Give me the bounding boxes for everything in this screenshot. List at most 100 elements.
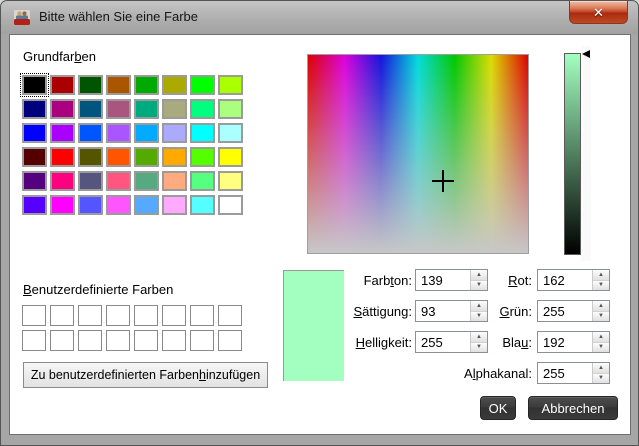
basic-color-swatch[interactable] [218, 171, 243, 191]
blue-spinbox: ▲▼ [537, 331, 610, 353]
custom-color-swatch[interactable] [106, 330, 130, 351]
custom-color-swatch[interactable] [50, 305, 74, 326]
green-spinbox: ▲▼ [537, 300, 610, 322]
add-to-custom-colors-button[interactable]: Zu benutzerdefinierten Farben hinzufügen [23, 362, 268, 388]
basic-color-swatch[interactable] [106, 123, 131, 143]
luminance-slider[interactable] [564, 53, 581, 255]
basic-color-swatch[interactable] [50, 99, 75, 119]
spin-down-icon[interactable]: ▼ [593, 343, 609, 353]
basic-color-swatch[interactable] [162, 147, 187, 167]
green-spin-buttons: ▲▼ [592, 301, 609, 321]
basic-color-swatch[interactable] [190, 75, 215, 95]
basic-color-swatch[interactable] [218, 123, 243, 143]
basic-color-swatch[interactable] [190, 147, 215, 167]
basic-color-swatch[interactable] [134, 195, 159, 215]
close-icon: ✕ [593, 6, 604, 19]
custom-color-swatch[interactable] [218, 305, 242, 326]
basic-color-swatch[interactable] [218, 195, 243, 215]
basic-color-swatch[interactable] [78, 99, 103, 119]
cancel-button[interactable]: Abbrechen [528, 396, 618, 420]
basic-color-swatch[interactable] [190, 99, 215, 119]
basic-color-swatch[interactable] [134, 123, 159, 143]
alpha-input[interactable] [538, 363, 592, 383]
basic-color-swatch[interactable] [162, 99, 187, 119]
basic-color-swatch[interactable] [78, 147, 103, 167]
basic-color-swatch[interactable] [106, 147, 131, 167]
basic-color-swatch[interactable] [218, 99, 243, 119]
basic-color-swatch[interactable] [50, 147, 75, 167]
red-spin-buttons: ▲▼ [592, 270, 609, 290]
spin-up-icon[interactable]: ▲ [593, 301, 609, 312]
basic-color-swatch[interactable] [22, 171, 47, 191]
basic-color-swatch[interactable] [50, 123, 75, 143]
custom-color-swatch[interactable] [78, 305, 102, 326]
spin-down-icon[interactable]: ▼ [593, 281, 609, 291]
spin-up-icon[interactable]: ▲ [593, 270, 609, 281]
spin-up-icon[interactable]: ▲ [593, 363, 609, 374]
custom-colors-grid [22, 305, 250, 355]
basic-color-swatch[interactable] [78, 195, 103, 215]
hue-saturation-picker[interactable] [307, 54, 529, 254]
basic-color-swatch[interactable] [190, 171, 215, 191]
custom-color-swatch[interactable] [134, 305, 158, 326]
red-spinbox: ▲▼ [537, 269, 610, 291]
basic-color-swatch[interactable] [134, 75, 159, 95]
basic-color-swatch[interactable] [134, 171, 159, 191]
basic-color-swatch[interactable] [50, 171, 75, 191]
basic-color-swatch[interactable] [162, 171, 187, 191]
basic-color-swatch[interactable] [218, 147, 243, 167]
saturation-label: Sättigung: [331, 304, 412, 319]
spin-down-icon[interactable]: ▼ [593, 374, 609, 384]
red-label: Rot: [431, 273, 532, 288]
basic-color-swatch[interactable] [106, 99, 131, 119]
custom-color-swatch[interactable] [190, 330, 214, 351]
basic-colors-label: Grundfarben [23, 49, 96, 64]
blue-input[interactable] [538, 332, 592, 352]
custom-color-swatch[interactable] [162, 330, 186, 351]
basic-color-swatch[interactable] [134, 147, 159, 167]
luminance-arrow-icon[interactable] [582, 50, 590, 58]
basic-color-swatch[interactable] [190, 123, 215, 143]
green-label: Grün: [431, 304, 532, 319]
basic-color-swatch[interactable] [22, 75, 47, 95]
basic-color-swatch[interactable] [106, 75, 131, 95]
basic-color-swatch[interactable] [78, 75, 103, 95]
basic-color-swatch[interactable] [22, 99, 47, 119]
blue-spin-buttons: ▲▼ [592, 332, 609, 352]
custom-color-swatch[interactable] [22, 305, 46, 326]
basic-color-swatch[interactable] [190, 195, 215, 215]
ok-button[interactable]: OK [480, 396, 516, 420]
custom-color-swatch[interactable] [134, 330, 158, 351]
basic-color-swatch[interactable] [50, 195, 75, 215]
red-input[interactable] [538, 270, 592, 290]
basic-color-swatch[interactable] [78, 123, 103, 143]
custom-color-swatch[interactable] [190, 305, 214, 326]
custom-color-swatch[interactable] [162, 305, 186, 326]
basic-color-swatch[interactable] [22, 147, 47, 167]
basic-color-swatch[interactable] [106, 195, 131, 215]
spin-up-icon[interactable]: ▲ [593, 332, 609, 343]
custom-color-swatch[interactable] [218, 330, 242, 351]
basic-color-swatch[interactable] [22, 123, 47, 143]
basic-color-swatch[interactable] [162, 195, 187, 215]
custom-color-swatch[interactable] [22, 330, 46, 351]
basic-color-swatch[interactable] [22, 195, 47, 215]
close-button[interactable]: ✕ [569, 1, 628, 24]
custom-color-swatch[interactable] [106, 305, 130, 326]
titlebar[interactable]: Bitte wählen Sie eine Farbe ✕ [1, 1, 638, 34]
basic-color-swatch[interactable] [218, 75, 243, 95]
spin-down-icon[interactable]: ▼ [593, 312, 609, 322]
alpha-spinbox: ▲▼ [537, 362, 610, 384]
hue-label: Farbton: [331, 273, 412, 288]
window-title: Bitte wählen Sie eine Farbe [39, 9, 198, 24]
basic-color-swatch[interactable] [162, 123, 187, 143]
basic-color-swatch[interactable] [106, 171, 131, 191]
basic-color-swatch[interactable] [162, 75, 187, 95]
basic-color-swatch[interactable] [78, 171, 103, 191]
custom-color-swatch[interactable] [50, 330, 74, 351]
crosshair-icon[interactable] [432, 170, 454, 192]
basic-color-swatch[interactable] [50, 75, 75, 95]
custom-color-swatch[interactable] [78, 330, 102, 351]
green-input[interactable] [538, 301, 592, 321]
basic-color-swatch[interactable] [134, 99, 159, 119]
